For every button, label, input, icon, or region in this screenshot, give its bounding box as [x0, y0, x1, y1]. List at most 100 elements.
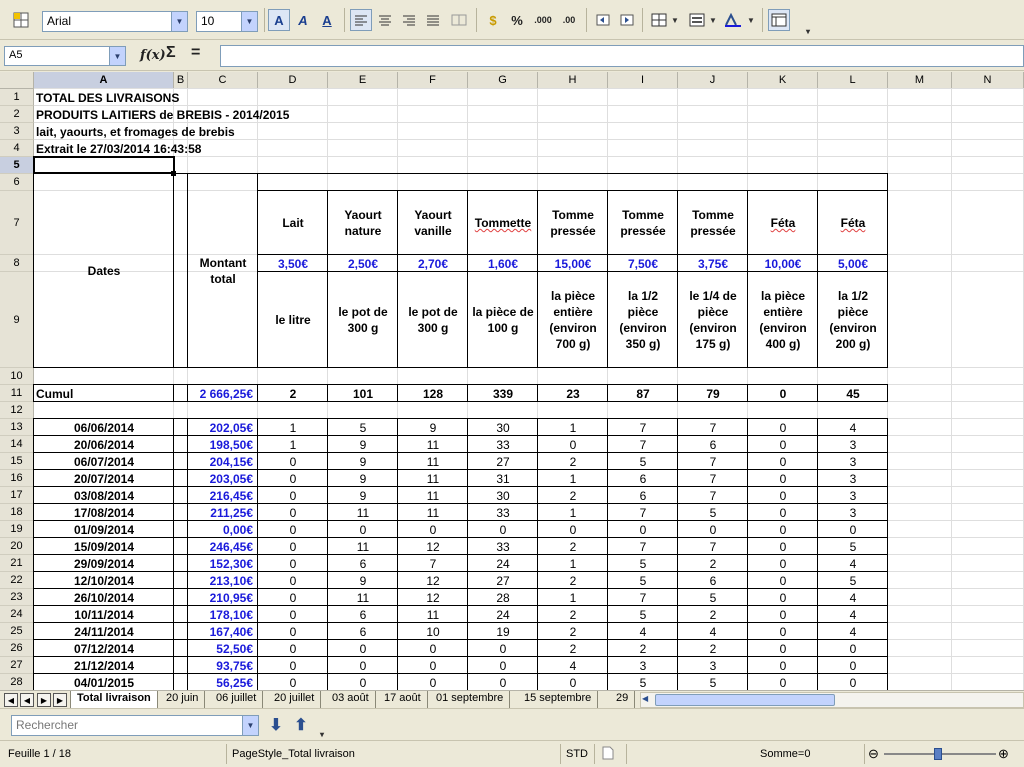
column-header[interactable]: B — [174, 72, 188, 89]
delivery-quantity[interactable]: 5 — [610, 606, 676, 623]
delivery-date[interactable]: 03/08/2014 — [36, 487, 172, 504]
delivery-quantity[interactable]: 0 — [750, 453, 816, 470]
delivery-quantity[interactable]: 4 — [540, 657, 606, 674]
montant-header[interactable]: Montant total — [190, 174, 256, 368]
row-header[interactable]: 18 — [0, 504, 34, 521]
delivery-quantity[interactable]: 6 — [330, 555, 396, 572]
delivery-quantity[interactable]: 11 — [400, 470, 466, 487]
font-size-combo[interactable]: 10 ▼ — [196, 11, 258, 32]
find-options-icon[interactable]: ▾ — [316, 713, 328, 739]
row-header[interactable]: 3 — [0, 123, 34, 140]
delivery-total[interactable]: 210,95€ — [190, 589, 256, 606]
delivery-date[interactable]: 12/10/2014 — [36, 572, 172, 589]
product-name[interactable]: Féta — [820, 191, 886, 255]
delivery-date[interactable]: 04/01/2015 — [36, 674, 172, 690]
row-header[interactable]: 6 — [0, 174, 34, 191]
row-header[interactable]: 21 — [0, 555, 34, 572]
chevron-down-icon[interactable]: ▼ — [241, 12, 257, 31]
bold-icon[interactable]: A — [268, 9, 290, 31]
delivery-quantity[interactable]: 1 — [540, 589, 606, 606]
delivery-quantity[interactable]: 0 — [260, 657, 326, 674]
delivery-quantity[interactable]: 1 — [540, 555, 606, 572]
delivery-total[interactable]: 152,30€ — [190, 555, 256, 572]
name-box[interactable]: A5 ▼ — [4, 46, 126, 66]
delivery-quantity[interactable]: 0 — [260, 674, 326, 690]
product-name[interactable]: Tommette — [470, 191, 536, 255]
first-sheet-icon[interactable]: ◀ — [4, 693, 18, 707]
delivery-quantity[interactable]: 4 — [820, 623, 886, 640]
delivery-quantity[interactable]: 0 — [470, 674, 536, 690]
product-name[interactable]: Féta — [750, 191, 816, 255]
delivery-quantity[interactable]: 0 — [750, 487, 816, 504]
function-wizard-icon[interactable]: f(x) — [140, 48, 166, 68]
cumul-value[interactable]: 23 — [540, 385, 606, 402]
sheet-tab[interactable]: 03 août — [326, 691, 376, 708]
delivery-quantity[interactable]: 0 — [750, 555, 816, 572]
product-price[interactable]: 2,50€ — [330, 255, 396, 272]
spreadsheet-grid[interactable]: A B C D E F G H I J K L M N 1 2 3 4 5 6 7 8 9 10 11 12 13 14 15 16 17 1… — [0, 72, 1024, 690]
delivery-quantity[interactable]: 2 — [680, 640, 746, 657]
delivery-quantity[interactable]: 0 — [330, 674, 396, 690]
delivery-quantity[interactable]: 4 — [680, 623, 746, 640]
delivery-quantity[interactable]: 0 — [820, 521, 886, 538]
delivery-date[interactable]: 24/11/2014 — [36, 623, 172, 640]
row-header[interactable]: 10 — [0, 368, 34, 385]
product-name[interactable]: Tomme pressée — [540, 191, 606, 255]
delivery-quantity[interactable]: 7 — [680, 453, 746, 470]
product-unit[interactable]: la 1/2 pièce (environ 350 g) — [610, 272, 676, 368]
last-sheet-icon[interactable]: ▶ — [53, 693, 67, 707]
delivery-total[interactable]: 93,75€ — [190, 657, 256, 674]
delivery-date[interactable]: 26/10/2014 — [36, 589, 172, 606]
delivery-total[interactable]: 213,10€ — [190, 572, 256, 589]
delivery-quantity[interactable]: 28 — [470, 589, 536, 606]
delivery-quantity[interactable]: 4 — [610, 623, 676, 640]
delivery-quantity[interactable]: 11 — [330, 589, 396, 606]
row-header[interactable]: 20 — [0, 538, 34, 555]
delivery-quantity[interactable]: 0 — [820, 674, 886, 690]
delivery-quantity[interactable]: 7 — [680, 487, 746, 504]
sheet-tab[interactable]: 20 juillet — [268, 691, 322, 708]
row-header[interactable]: 11 — [0, 385, 34, 402]
sheet-tab[interactable]: Total livraison — [70, 691, 158, 708]
delivery-quantity[interactable]: 0 — [260, 470, 326, 487]
row-header[interactable]: 14 — [0, 436, 34, 453]
row-header[interactable]: 12 — [0, 402, 34, 419]
product-price[interactable]: 5,00€ — [820, 255, 886, 272]
delivery-quantity[interactable]: 9 — [330, 470, 396, 487]
row-header[interactable]: 9 — [0, 272, 34, 368]
delivery-quantity[interactable]: 2 — [540, 453, 606, 470]
product-unit[interactable]: le 1/4 de pièce (environ 175 g) — [680, 272, 746, 368]
delivery-quantity[interactable]: 10 — [400, 623, 466, 640]
delivery-date[interactable]: 21/12/2014 — [36, 657, 172, 674]
row-header[interactable]: 23 — [0, 589, 34, 606]
delivery-quantity[interactable]: 0 — [750, 419, 816, 436]
product-unit[interactable]: la pièce entière (environ 700 g) — [540, 272, 606, 368]
chevron-down-icon[interactable]: ▼ — [242, 716, 258, 735]
delivery-quantity[interactable]: 5 — [820, 538, 886, 555]
delivery-quantity[interactable]: 0 — [260, 538, 326, 555]
delivery-quantity[interactable]: 3 — [820, 453, 886, 470]
delivery-quantity[interactable]: 5 — [330, 419, 396, 436]
delivery-quantity[interactable]: 2 — [610, 640, 676, 657]
delivery-quantity[interactable]: 27 — [470, 453, 536, 470]
delivery-quantity[interactable]: 0 — [750, 657, 816, 674]
justify-icon[interactable] — [422, 9, 444, 31]
delivery-date[interactable]: 20/06/2014 — [36, 436, 172, 453]
sidebar-toggle-icon[interactable] — [768, 9, 790, 31]
delivery-quantity[interactable]: 0 — [820, 640, 886, 657]
delivery-quantity[interactable]: 7 — [610, 419, 676, 436]
delivery-quantity[interactable]: 0 — [330, 657, 396, 674]
sheet-tab[interactable]: 29 — [610, 691, 636, 708]
row-header[interactable]: 1 — [0, 89, 34, 106]
delivery-quantity[interactable]: 4 — [820, 555, 886, 572]
delivery-quantity[interactable]: 12 — [400, 589, 466, 606]
sheet-tab[interactable]: 01 septembre — [430, 691, 511, 708]
delivery-quantity[interactable]: 0 — [260, 589, 326, 606]
delivery-quantity[interactable]: 3 — [820, 436, 886, 453]
page-style[interactable]: PageStyle_Total livraison — [232, 748, 355, 760]
delivery-quantity[interactable]: 0 — [330, 521, 396, 538]
decimal-add-icon[interactable]: .000 — [532, 9, 554, 31]
row-header[interactable]: 7 — [0, 191, 34, 255]
underline-icon[interactable]: A — [316, 9, 338, 31]
delivery-quantity[interactable]: 7 — [680, 538, 746, 555]
